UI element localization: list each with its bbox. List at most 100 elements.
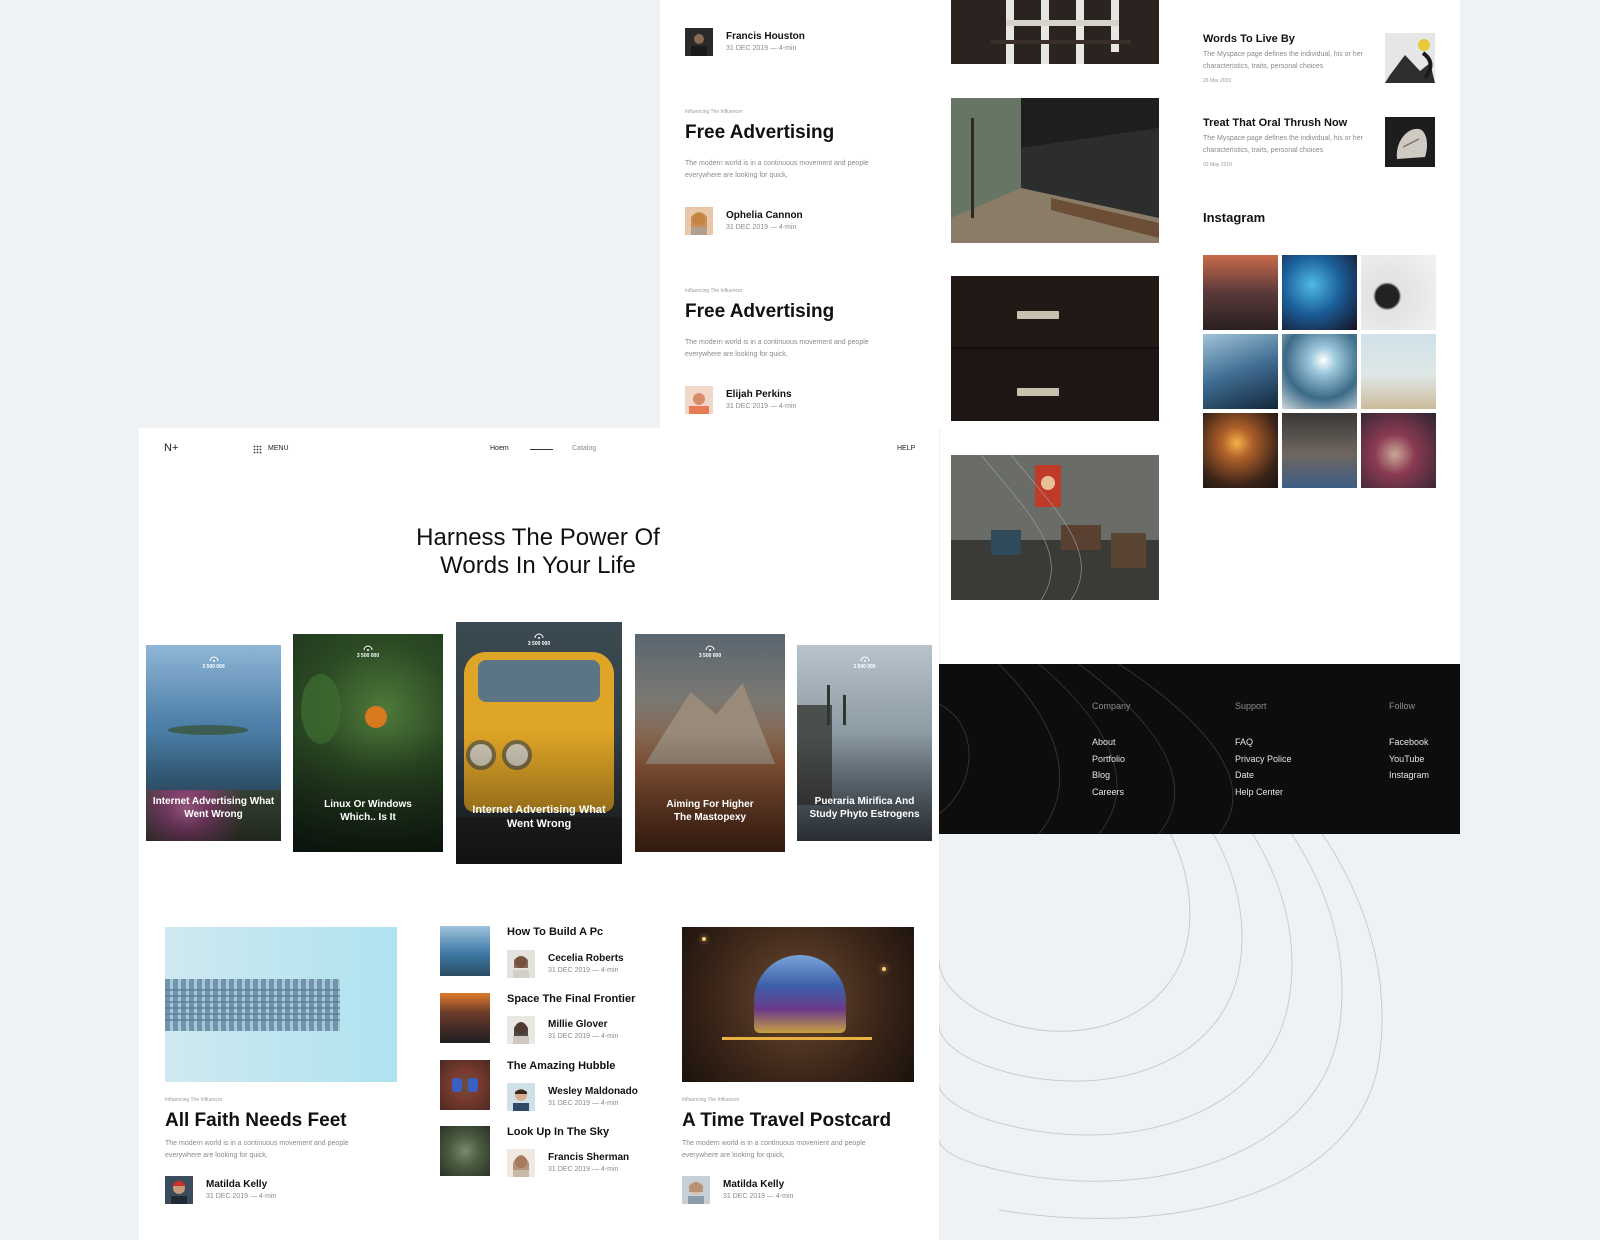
list-post-title[interactable]: Space The Final Frontier (507, 993, 635, 1005)
feature-title[interactable]: All Faith Needs Feet (165, 1110, 347, 1132)
site-logo[interactable]: N+ (164, 442, 178, 454)
feature-excerpt: The modern world is in a continuous move… (682, 1140, 866, 1159)
hero-title: Harness The Power Of Words In Your Life (138, 524, 938, 580)
footer-link-blog[interactable]: Blog (1092, 770, 1110, 780)
list-thumbnail[interactable] (440, 1060, 490, 1110)
footer-link-instagram[interactable]: Instagram (1389, 770, 1429, 780)
list-thumbnail[interactable] (440, 993, 490, 1043)
feature-title[interactable]: A Time Travel Postcard (682, 1110, 891, 1132)
room-photo[interactable] (951, 455, 1159, 600)
author-meta: 31 DEC 2019 — 4-min (548, 967, 619, 974)
footer-link-careers[interactable]: Careers (1092, 787, 1124, 797)
footer-link-help-center[interactable]: Help Center (1235, 787, 1283, 797)
instagram-photo[interactable] (1203, 413, 1278, 488)
footer-link-portfolio[interactable]: Portfolio (1092, 754, 1125, 764)
sidebar-post-title[interactable]: Treat That Oral Thrush Now (1203, 117, 1347, 129)
footer-link-date[interactable]: Date (1235, 770, 1254, 780)
author-name: Millie Glover (548, 1019, 608, 1030)
views-icon (363, 645, 373, 651)
sidebar-post-thumbnail[interactable] (1385, 33, 1435, 83)
chairs-photo[interactable] (951, 0, 1159, 64)
card-view-count: 3 500 000 (698, 653, 722, 659)
footer-link-faq[interactable]: FAQ (1235, 737, 1253, 747)
article-title[interactable]: Free Advertising (685, 122, 834, 144)
sidebar-post-date: 02 May 2019 (1203, 162, 1232, 168)
hero-title-line-1: Harness The Power Of (416, 524, 660, 551)
list-post-title[interactable]: How To Build A Pc (507, 926, 603, 938)
author-row[interactable]: Ophelia Cannon 31 DEC 2019 — 4-min (685, 207, 803, 235)
nav-link-catalog[interactable]: Catalog (572, 445, 596, 452)
footer-heading-support: Support (1235, 701, 1267, 711)
footer-link-about[interactable]: About (1092, 737, 1116, 747)
instagram-photo[interactable] (1361, 413, 1436, 488)
author-row[interactable]: Elijah Perkins 31 DEC 2019 — 4-min (685, 386, 796, 414)
nav-link-home[interactable]: Hoem (490, 445, 509, 452)
article-title[interactable]: Free Advertising (685, 301, 834, 323)
main-page: N+ MENU Hoem Catalog HELP Harness The Po… (139, 428, 939, 1240)
footer-link-youtube[interactable]: YouTube (1389, 754, 1424, 764)
author-meta: 31 DEC 2019 — 4-min (206, 1193, 277, 1200)
views-icon (860, 656, 869, 662)
author-name: Francis Houston (726, 31, 805, 42)
instagram-photo[interactable] (1361, 255, 1436, 330)
sidebar-post-date: 26 Mar 2019 (1203, 78, 1232, 84)
avatar (685, 28, 713, 56)
article-kicker: Influencing The Influencer (685, 288, 743, 294)
author-row[interactable]: Cecelia Roberts 31 DEC 2019 — 4-min (507, 950, 624, 978)
story-card[interactable]: 3 500 000 Linux Or Windows Which.. Is It (293, 634, 443, 852)
avatar (165, 1176, 193, 1204)
feature-image[interactable] (682, 927, 914, 1082)
menu-button[interactable]: MENU (268, 445, 289, 452)
list-post-title[interactable]: Look Up In The Sky (507, 1126, 609, 1138)
list-post-title[interactable]: The Amazing Hubble (507, 1060, 615, 1072)
list-thumbnail[interactable] (440, 926, 490, 976)
gallery-panel: Words To Live By The Myspace page define… (940, 0, 1460, 664)
instagram-photo[interactable] (1282, 255, 1357, 330)
avatar (507, 1149, 535, 1177)
author-row[interactable]: Francis Sherman 31 DEC 2019 — 4-min (507, 1149, 629, 1177)
card-title: Internet Advertising What Went Wrong (152, 796, 275, 820)
author-name: Matilda Kelly (723, 1179, 785, 1190)
author-row[interactable]: Wesley Maldonado 31 DEC 2019 — 4-min (507, 1083, 638, 1111)
drawers-photo[interactable] (951, 276, 1159, 421)
card-title: Internet Advertising What Went Wrong (472, 804, 606, 830)
card-title: Aiming For Higher The Mastopexy (666, 799, 754, 823)
instagram-photo[interactable] (1203, 255, 1278, 330)
author-name: Ophelia Cannon (726, 210, 803, 221)
author-meta: 31 DEC 2019 — 4-min (726, 403, 797, 410)
avatar (685, 386, 713, 414)
story-card[interactable]: 3 500 000 Internet Advertising What Went… (456, 622, 622, 864)
story-card[interactable]: 3 500 000 Aiming For Higher The Mastopex… (635, 634, 785, 852)
corridor-photo[interactable] (951, 98, 1159, 243)
help-link[interactable]: HELP (897, 445, 915, 452)
sidebar-post-title[interactable]: Words To Live By (1203, 33, 1295, 45)
instagram-photo[interactable] (1282, 413, 1357, 488)
footer-contour-decoration (939, 664, 1234, 834)
instagram-photo[interactable] (1282, 334, 1357, 409)
sidebar-post-excerpt: The Myspace page defines the individual,… (1203, 51, 1363, 70)
views-icon (705, 645, 715, 651)
author-name: Elijah Perkins (726, 389, 792, 400)
footer-link-facebook[interactable]: Facebook (1389, 737, 1429, 747)
sidebar-post-excerpt: The Myspace page defines the individual,… (1203, 135, 1363, 154)
menu-grid-icon[interactable] (253, 445, 262, 454)
footer-link-privacy[interactable]: Privacy Police (1235, 754, 1292, 764)
sidebar-post-thumbnail[interactable] (1385, 117, 1435, 167)
story-card[interactable]: 3 500 000 Pueraria Mirifica And Study Ph… (797, 645, 932, 841)
author-meta: 31 DEC 2019 — 4-min (548, 1166, 619, 1173)
author-row[interactable]: Francis Houston 31 DEC 2019 — 4-min (685, 28, 805, 56)
instagram-photo[interactable] (1203, 334, 1278, 409)
instagram-photo[interactable] (1361, 334, 1436, 409)
site-footer: Company About Portfolio Blog Careers Sup… (939, 664, 1460, 834)
author-name: Francis Sherman (548, 1152, 630, 1163)
feature-image[interactable] (165, 927, 397, 1082)
author-row[interactable]: Matilda Kelly 31 DEC 2019 — 4-min (165, 1176, 276, 1204)
nav-active-indicator (530, 449, 553, 450)
author-name: Matilda Kelly (206, 1179, 268, 1190)
story-card[interactable]: 3 500 000 Internet Advertising What Went… (146, 645, 281, 841)
author-row[interactable]: Matilda Kelly 31 DEC 2019 — 4-min (682, 1176, 793, 1204)
list-thumbnail[interactable] (440, 1126, 490, 1176)
instagram-heading: Instagram (1203, 210, 1266, 225)
avatar (682, 1176, 710, 1204)
author-row[interactable]: Millie Glover 31 DEC 2019 — 4-min (507, 1016, 618, 1044)
